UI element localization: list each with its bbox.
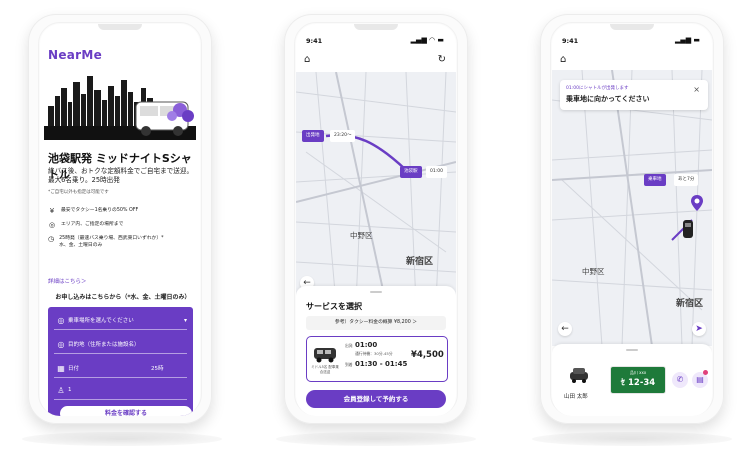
status-icons: ▂▄▆ ▬ (675, 36, 700, 44)
map-label: 新宿区 (406, 257, 434, 267)
map-label: 新宿区 (676, 299, 704, 309)
driver-name: 山田 太郎 (564, 394, 588, 400)
details-link[interactable]: 詳細はこちら＞ (48, 277, 87, 285)
status-time: 9:41 (306, 37, 323, 45)
pickup-placeholder: 乗車場所を選んでください (68, 318, 134, 324)
service-screen: 9:41 ▂▄▆ ◠ ▬ ⌂ ↻ 出発地 23:20〜 池袋駅 01:00 中野… (296, 24, 456, 416)
origin-tag: 出発地 (302, 130, 324, 142)
pin-icon: ◎ (57, 339, 65, 349)
pickup-tag: 乗車地 (644, 174, 666, 186)
feature-text: 25時発（最速バス乗り場、西武東口いずれか）*水、金、土曜日のみ (59, 236, 164, 248)
pin-icon: ◎ (57, 315, 65, 325)
sheet-handle[interactable] (626, 349, 638, 351)
vehicle-note: ミドル5名 配車乗合送迎 (311, 365, 339, 374)
locate-icon[interactable]: ➤ (692, 322, 706, 336)
feature-text: エリア内、ご指定の場所まで (61, 222, 124, 227)
passengers-value: 1 (68, 387, 72, 393)
arrive-time: 01:30 - 01:45 (355, 360, 408, 368)
check-price-button[interactable]: 料金を確認する (60, 406, 192, 416)
small-note: *ご自宅以外も指定は可能です (48, 190, 109, 195)
yen-icon: ¥ (49, 207, 55, 215)
status-time: 9:41 (562, 37, 579, 45)
sheet-handle[interactable] (370, 291, 382, 293)
destination-time: 01:00 (426, 166, 447, 178)
map-label: 中野区 (350, 231, 373, 240)
destination-tag: 池袋駅 (400, 166, 422, 178)
person-icon: ♙ (57, 385, 65, 395)
phone-signup: NearMe 池袋駅発 ミッドナイトSシャトル 終バス後、おトクな定額料金でご自… (28, 14, 212, 424)
map-pin-icon (691, 195, 703, 211)
car-icon (570, 368, 588, 383)
pin-icon: ◎ (48, 221, 56, 229)
feature-item: ¥ 最安でタクシー1名乗りの50% OFF (48, 207, 139, 215)
destination-placeholder: 目的地（住所または施設名） (68, 342, 140, 348)
feature-item: ◎ エリア内、ご指定の場所まで (48, 222, 123, 229)
phone-shadow (276, 432, 476, 446)
departure-notice: 01:00にシャトルが出発します (566, 86, 629, 91)
app-logo: NearMe (48, 48, 103, 62)
phone-pickup-status: 9:41 ▂▄▆ ▬ ⌂ 乗車地 あと7分 中野区 新宿区 ← ➤ 01:00に… (540, 14, 724, 424)
service-description: 終バス後、おトクな定額料金でご自宅まで送迎。最大6名乗り。25時出発 (48, 167, 194, 184)
map-label: 中野区 (582, 267, 605, 276)
date-time-row[interactable]: ▦ 日付 25時 (54, 359, 187, 378)
date-label: 日付 (68, 366, 80, 372)
origin-time: 23:20〜 (330, 130, 356, 142)
notch (354, 24, 398, 30)
arrive-tag: 到着 (345, 362, 353, 367)
taxi-reference-link[interactable]: 参考）タクシー料金の概算 ¥8,200 ＞ (306, 316, 446, 330)
map-canvas (296, 72, 456, 304)
notch (98, 24, 142, 30)
wait-note: 通行待機：30分-45分 (355, 351, 393, 356)
signup-screen: NearMe 池袋駅発 ミッドナイトSシャトル 終バス後、おトクな定額料金でご自… (40, 24, 200, 416)
license-plate: 品川 xxx ｾ 12-34 (610, 366, 666, 394)
phone-call-icon[interactable]: ✆ (672, 372, 688, 388)
destination-input[interactable]: ◎ 目的地（住所または施設名） (54, 335, 187, 354)
pickup-tag: 出発 (345, 343, 353, 348)
clock-icon: ◷ (48, 235, 55, 243)
hero-illustration (44, 66, 196, 140)
notification-dot (703, 370, 708, 375)
shuttle-option-card[interactable]: ミドル5名 配車乗合送迎 出発 01:00 通行待機：30分-45分 到着 01… (306, 336, 448, 382)
phone-service-select: 9:41 ▂▄▆ ◠ ▬ ⌂ ↻ 出発地 23:20〜 池袋駅 01:00 中野… (284, 14, 468, 424)
minutes-left: あと7分 (674, 174, 699, 186)
feature-item: ◷ 25時発（最速バス乗り場、西武東口いずれか）*水、金、土曜日のみ (48, 236, 168, 249)
chevron-down-icon: ▾ (183, 316, 187, 324)
home-icon[interactable]: ⌂ (560, 54, 566, 65)
refresh-icon[interactable]: ↻ (438, 54, 446, 65)
booking-form: ◎ 乗車場所を選んでください ▾ ◎ 目的地（住所または施設名） ▦ 日付 25… (48, 307, 193, 416)
pickup-map[interactable]: 乗車地 あと7分 中野区 新宿区 ← ➤ (552, 70, 712, 346)
close-icon[interactable]: × (693, 85, 700, 94)
phone-shadow (22, 432, 222, 446)
service-sheet: サービスを選択 参考）タクシー料金の概算 ¥8,200 ＞ ミドル5名 配車乗合… (296, 286, 456, 416)
van-icon (314, 348, 336, 363)
driver-panel: 山田 太郎 品川 xxx ｾ 12-34 ✆ ▤ (552, 344, 712, 416)
sheet-title: サービスを選択 (306, 302, 362, 311)
price: ¥4,500 (411, 350, 444, 360)
vehicle-marker-icon (683, 220, 693, 238)
status-icons: ▂▄▆ ◠ ▬ (410, 36, 444, 44)
time-value[interactable]: 25時 (151, 364, 187, 372)
passengers-input[interactable]: ♙ 1 (54, 381, 187, 400)
route-map[interactable]: 出発地 23:20〜 池袋駅 01:00 中野区 新宿区 ← (296, 72, 456, 304)
register-and-book-button[interactable]: 会員登録して予約する (306, 390, 446, 408)
status-bubble: 01:00にシャトルが出発します 乗車地に向かってください × (560, 80, 708, 110)
pickup-time: 01:00 (355, 341, 378, 349)
back-arrow-icon[interactable]: ← (558, 322, 572, 336)
calendar-icon: ▦ (57, 363, 65, 373)
instruction: 乗車地に向かってください (566, 95, 650, 103)
feature-text: 最安でタクシー1名乗りの50% OFF (61, 208, 139, 213)
pickup-select[interactable]: ◎ 乗車場所を選んでください ▾ (54, 311, 187, 330)
pickup-screen: 9:41 ▂▄▆ ▬ ⌂ 乗車地 あと7分 中野区 新宿区 ← ➤ 01:00に… (552, 24, 712, 416)
apply-heading: お申し込みはこちらから（*水、金、土曜日のみ） (55, 294, 191, 301)
plate-number: ｾ 12-34 (620, 378, 656, 388)
home-icon[interactable]: ⌂ (304, 54, 310, 65)
phone-shadow (532, 432, 732, 446)
notch (610, 24, 654, 30)
